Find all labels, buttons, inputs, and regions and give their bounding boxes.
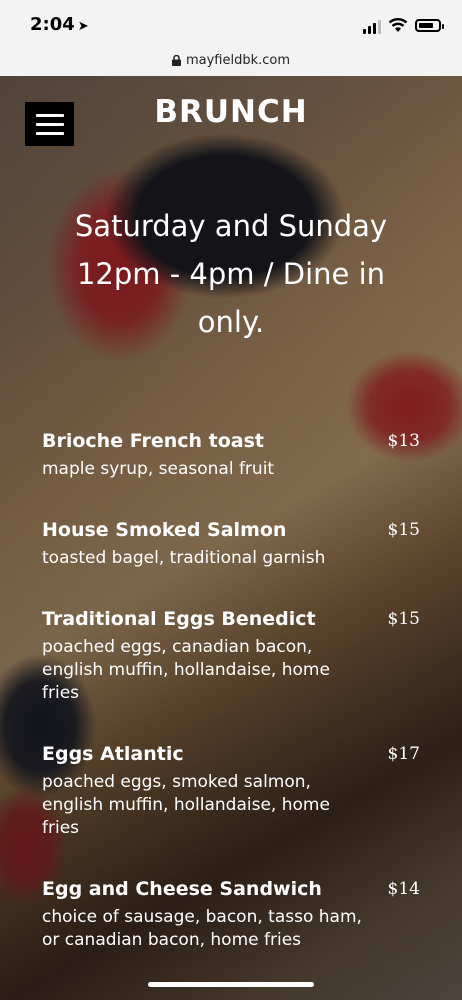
menu-item: Brioche French toast $13 maple syrup, se…: [42, 428, 422, 481]
status-time-text: 2:04: [30, 14, 75, 35]
brunch-hours: Saturday and Sunday 12pm - 4pm / Dine in…: [74, 209, 388, 339]
menu-item: Traditional Eggs Benedict $15 poached eg…: [42, 606, 422, 705]
status-time: 2:04 ➤: [30, 14, 89, 35]
menu-item-price: $15: [387, 520, 420, 540]
menu-item: House Smoked Salmon $15 toasted bagel, t…: [42, 517, 422, 570]
wifi-icon: [388, 17, 408, 33]
menu-item-price: $17: [387, 744, 420, 764]
page-title: BRUNCH: [154, 94, 308, 130]
battery-icon: [415, 19, 444, 32]
url-text[interactable]: mayfieldbk.com: [186, 53, 290, 68]
menu-item-description: toasted bagel, traditional garnish: [42, 548, 326, 568]
home-indicator[interactable]: [148, 982, 314, 987]
menu-item-name: Traditional Eggs Benedict: [42, 608, 316, 630]
menu-item-name: Egg and Cheese Sandwich: [42, 878, 322, 900]
menu-item: Eggs Atlantic $17 poached eggs, smoked s…: [42, 741, 422, 840]
menu-item-name: House Smoked Salmon: [42, 519, 287, 541]
menu-item-description: maple syrup, seasonal fruit: [42, 459, 275, 479]
menu-item-description: poached eggs, canadian bacon, english mu…: [42, 637, 330, 703]
address-bar[interactable]: mayfieldbk.com: [0, 44, 462, 76]
menu-item-price: $15: [387, 609, 420, 629]
menu-item-price: $13: [387, 431, 420, 451]
menu-item-description: poached eggs, smoked salmon, english muf…: [42, 772, 330, 838]
menu-item: Egg and Cheese Sandwich $14 choice of sa…: [42, 876, 422, 952]
menu-item-price: $14: [387, 879, 420, 899]
menu-item-name: Eggs Atlantic: [42, 743, 184, 765]
status-bar: 2:04 ➤: [0, 0, 462, 44]
menu-item-name: Brioche French toast: [42, 430, 265, 452]
cellular-signal-icon: [363, 20, 383, 34]
location-arrow-icon: ➤: [77, 19, 89, 34]
menu-list: Brioche French toast $13 maple syrup, se…: [42, 428, 422, 988]
menu-item-description: choice of sausage, bacon, tasso ham, or …: [42, 907, 362, 950]
lock-icon: [171, 54, 181, 66]
hero-section: BRUNCH Saturday and Sunday 12pm - 4pm / …: [0, 76, 462, 1000]
